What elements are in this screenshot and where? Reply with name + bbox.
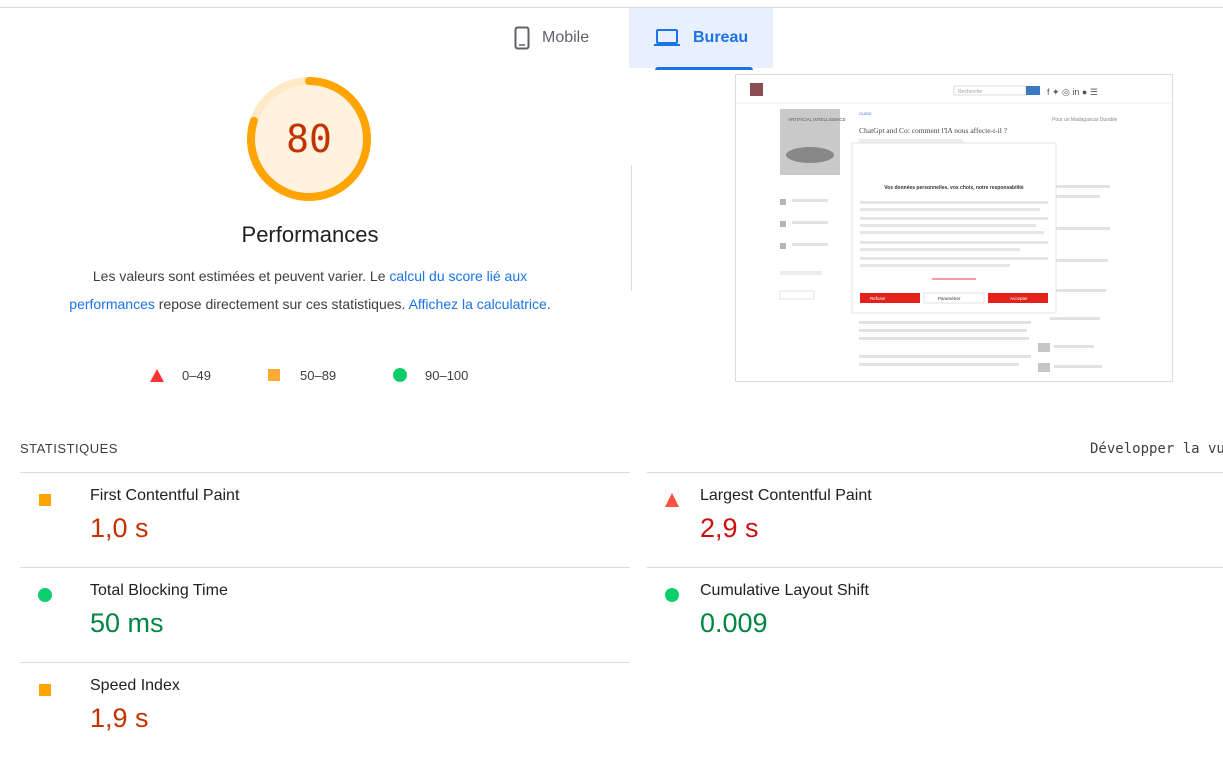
active-tab-indicator [655, 67, 753, 70]
svg-text:Pour un Madagascar Durable: Pour un Madagascar Durable [1052, 117, 1118, 123]
svg-text:Vos données personnelles, vos: Vos données personnelles, vos choix, not… [884, 185, 1024, 191]
smartphone-icon [514, 26, 530, 50]
laptop-icon [653, 28, 681, 48]
tab-mobile-label: Mobile [542, 29, 590, 46]
svg-text:Recherche: Recherche [958, 89, 982, 95]
page-thumbnail: Recherche f ✦ ◎ in ● ☰ ARTIFICIAL INTELL… [736, 75, 1172, 381]
svg-text:GUIDE: GUIDE [859, 111, 872, 116]
metric-name: Largest Contentful Paint [700, 487, 872, 504]
square-icon [39, 494, 51, 506]
vertical-divider [631, 165, 632, 291]
metric-divider [20, 567, 630, 568]
legend-label-fail: 0–49 [182, 367, 211, 383]
metric-total-blocking-time: Total Blocking Time 50 ms [38, 582, 598, 672]
metric-value: 1,0 s [90, 513, 149, 543]
triangle-icon [665, 493, 679, 507]
metric-cumulative-layout-shift: Cumulative Layout Shift 0.009 [665, 582, 1223, 672]
circle-icon [665, 588, 679, 602]
metric-name: First Contentful Paint [90, 487, 240, 504]
desc-text-1: Les valeurs sont estimées et peuvent var… [92, 268, 390, 284]
metric-speed-index: Speed Index 1,9 s [38, 677, 598, 767]
legend-label-average: 50–89 [300, 367, 337, 383]
legend-item-average: 50–89 [268, 367, 336, 383]
metric-first-contentful-paint: First Contentful Paint 1,0 s [38, 487, 598, 577]
metric-divider [20, 472, 630, 473]
circle-icon [393, 368, 407, 382]
metric-divider [647, 567, 1223, 568]
metric-name: Total Blocking Time [90, 582, 228, 599]
square-icon [39, 684, 51, 696]
metric-value: 0.009 [700, 608, 768, 638]
performance-score: 80 [286, 117, 332, 161]
device-tabs: Mobile Bureau [0, 8, 1223, 70]
performance-description: Les valeurs sont estimées et peuvent var… [60, 262, 560, 318]
calculator-link[interactable]: Affichez la calculatrice [409, 296, 547, 312]
metric-value: 1,9 s [90, 703, 149, 733]
metric-value: 2,9 s [700, 513, 759, 543]
circle-icon [38, 588, 52, 602]
metric-name: Speed Index [90, 677, 180, 694]
metric-divider [20, 662, 630, 663]
performance-title: Performances [241, 222, 379, 247]
svg-text:Paramétrer: Paramétrer [938, 296, 961, 301]
final-screenshot-preview[interactable]: Recherche f ✦ ◎ in ● ☰ ARTIFICIAL INTELL… [735, 74, 1173, 382]
metric-value: 50 ms [90, 608, 164, 638]
metric-largest-contentful-paint: Largest Contentful Paint 2,9 s [665, 487, 1223, 577]
svg-text:ARTIFICIAL INTELLIGENCE: ARTIFICIAL INTELLIGENCE [788, 117, 846, 122]
svg-text:f ✦ ◎ in ● ☰: f ✦ ◎ in ● ☰ [1047, 87, 1098, 97]
tab-desktop-label: Bureau [693, 29, 749, 46]
tab-desktop[interactable]: Bureau [629, 8, 773, 70]
svg-text:ChatGpt and Co: comment l'IA n: ChatGpt and Co: comment l'IA nous affect… [859, 126, 1008, 135]
square-icon [268, 369, 280, 381]
desc-text-3: . [546, 296, 551, 312]
legend-label-pass: 90–100 [425, 367, 469, 383]
svg-text:Accepter: Accepter [1010, 296, 1028, 301]
statistics-heading: STATISTIQUES [20, 441, 118, 456]
desc-text-2: repose directement sur ces statistiques. [154, 296, 409, 312]
legend-item-pass: 90–100 [393, 367, 468, 383]
score-legend: 0–49 50–89 90–100 [0, 367, 620, 387]
metric-divider [647, 472, 1223, 473]
svg-text:Refuser: Refuser [870, 296, 886, 301]
tab-mobile[interactable]: Mobile [510, 8, 628, 68]
metric-name: Cumulative Layout Shift [700, 582, 869, 599]
expand-view-toggle[interactable]: Développer la vue [1090, 441, 1223, 457]
triangle-icon [150, 368, 164, 382]
legend-item-fail: 0–49 [150, 367, 211, 383]
